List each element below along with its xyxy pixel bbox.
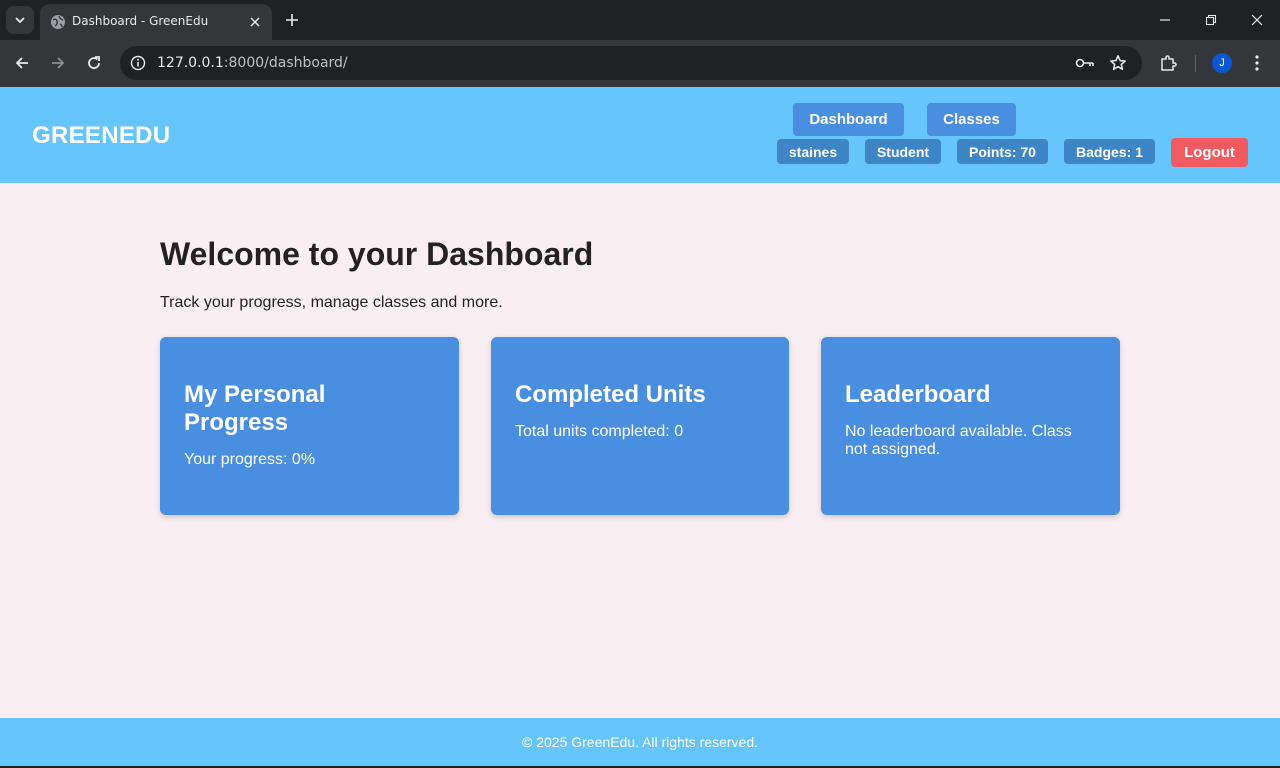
restore-icon	[1205, 14, 1217, 26]
kebab-menu-icon	[1255, 55, 1259, 71]
url-text: 127.0.0.1:8000/dashboard/	[157, 55, 348, 71]
close-icon	[250, 17, 260, 27]
brand-logo[interactable]: GREENEDU	[32, 122, 170, 150]
card-title: Completed Units	[515, 381, 706, 408]
reload-icon	[88, 56, 100, 69]
close-icon	[1251, 14, 1263, 26]
tab-search-button[interactable]	[6, 6, 34, 34]
username-badge: staines	[777, 139, 849, 164]
address-bar[interactable]: 127.0.0.1:8000/dashboard/	[120, 46, 1142, 80]
close-window-button[interactable]	[1245, 8, 1269, 32]
tab-title: Dashboard - GreenEdu	[72, 14, 209, 28]
reload-button[interactable]	[82, 51, 106, 75]
browser-toolbar: 127.0.0.1:8000/dashboard/ J	[0, 40, 1280, 87]
card-text: Your progress: 0%	[184, 451, 316, 468]
profile-avatar[interactable]: J	[1212, 53, 1232, 73]
page-subtitle: Track your progress, manage classes and …	[160, 294, 503, 311]
role-badge: Student	[865, 139, 941, 164]
card-leaderboard: Leaderboard No leaderboard available. Cl…	[821, 337, 1120, 515]
browser-tab-bar: Dashboard - GreenEdu	[0, 0, 1280, 40]
key-icon	[1075, 58, 1094, 68]
points-badge: Points: 70	[957, 139, 1048, 164]
card-text: Total units completed: 0	[515, 423, 684, 440]
card-text: No leaderboard available. Class not assi…	[845, 423, 1072, 458]
minimize-icon	[1160, 19, 1170, 21]
nav-dashboard-link[interactable]: Dashboard	[793, 103, 904, 136]
minimize-button[interactable]	[1153, 8, 1177, 32]
nav-classes-link[interactable]: Classes	[927, 103, 1016, 136]
logout-button[interactable]: Logout	[1171, 138, 1248, 167]
forward-button[interactable]	[46, 51, 70, 75]
bookmark-button[interactable]	[1108, 53, 1128, 73]
extensions-button[interactable]	[1156, 51, 1180, 75]
password-manager-button[interactable]	[1075, 53, 1095, 73]
card-title: My Personal Progress	[184, 381, 326, 436]
badges-count-badge: Badges: 1	[1064, 139, 1155, 164]
restore-button[interactable]	[1199, 8, 1223, 32]
browser-tab-active[interactable]: Dashboard - GreenEdu	[40, 4, 272, 40]
card-personal-progress: My Personal Progress Your progress: 0%	[160, 337, 459, 515]
back-button[interactable]	[10, 51, 34, 75]
tab-close-button[interactable]	[246, 13, 264, 31]
star-icon	[1110, 55, 1126, 71]
site-info-button[interactable]	[128, 53, 148, 73]
chevron-down-icon	[15, 17, 25, 24]
puzzle-icon	[1161, 55, 1177, 71]
toolbar-separator	[1195, 55, 1196, 72]
plus-icon	[286, 14, 298, 26]
arrow-left-icon	[15, 57, 28, 69]
site-footer: © 2025 GreenEdu. All rights reserved.	[0, 718, 1280, 766]
browser-menu-button[interactable]	[1245, 51, 1269, 75]
site-header: GREENEDU Dashboard Classes staines Stude…	[0, 87, 1280, 183]
card-completed-units: Completed Units Total units completed: 0	[491, 337, 789, 515]
info-icon	[130, 55, 146, 71]
card-title: Leaderboard	[845, 381, 991, 408]
footer-copyright: © 2025 GreenEdu. All rights reserved.	[522, 734, 758, 750]
new-tab-button[interactable]	[282, 10, 302, 30]
arrow-right-icon	[52, 57, 65, 69]
page-title: Welcome to your Dashboard	[160, 236, 594, 272]
globe-icon	[51, 15, 65, 29]
